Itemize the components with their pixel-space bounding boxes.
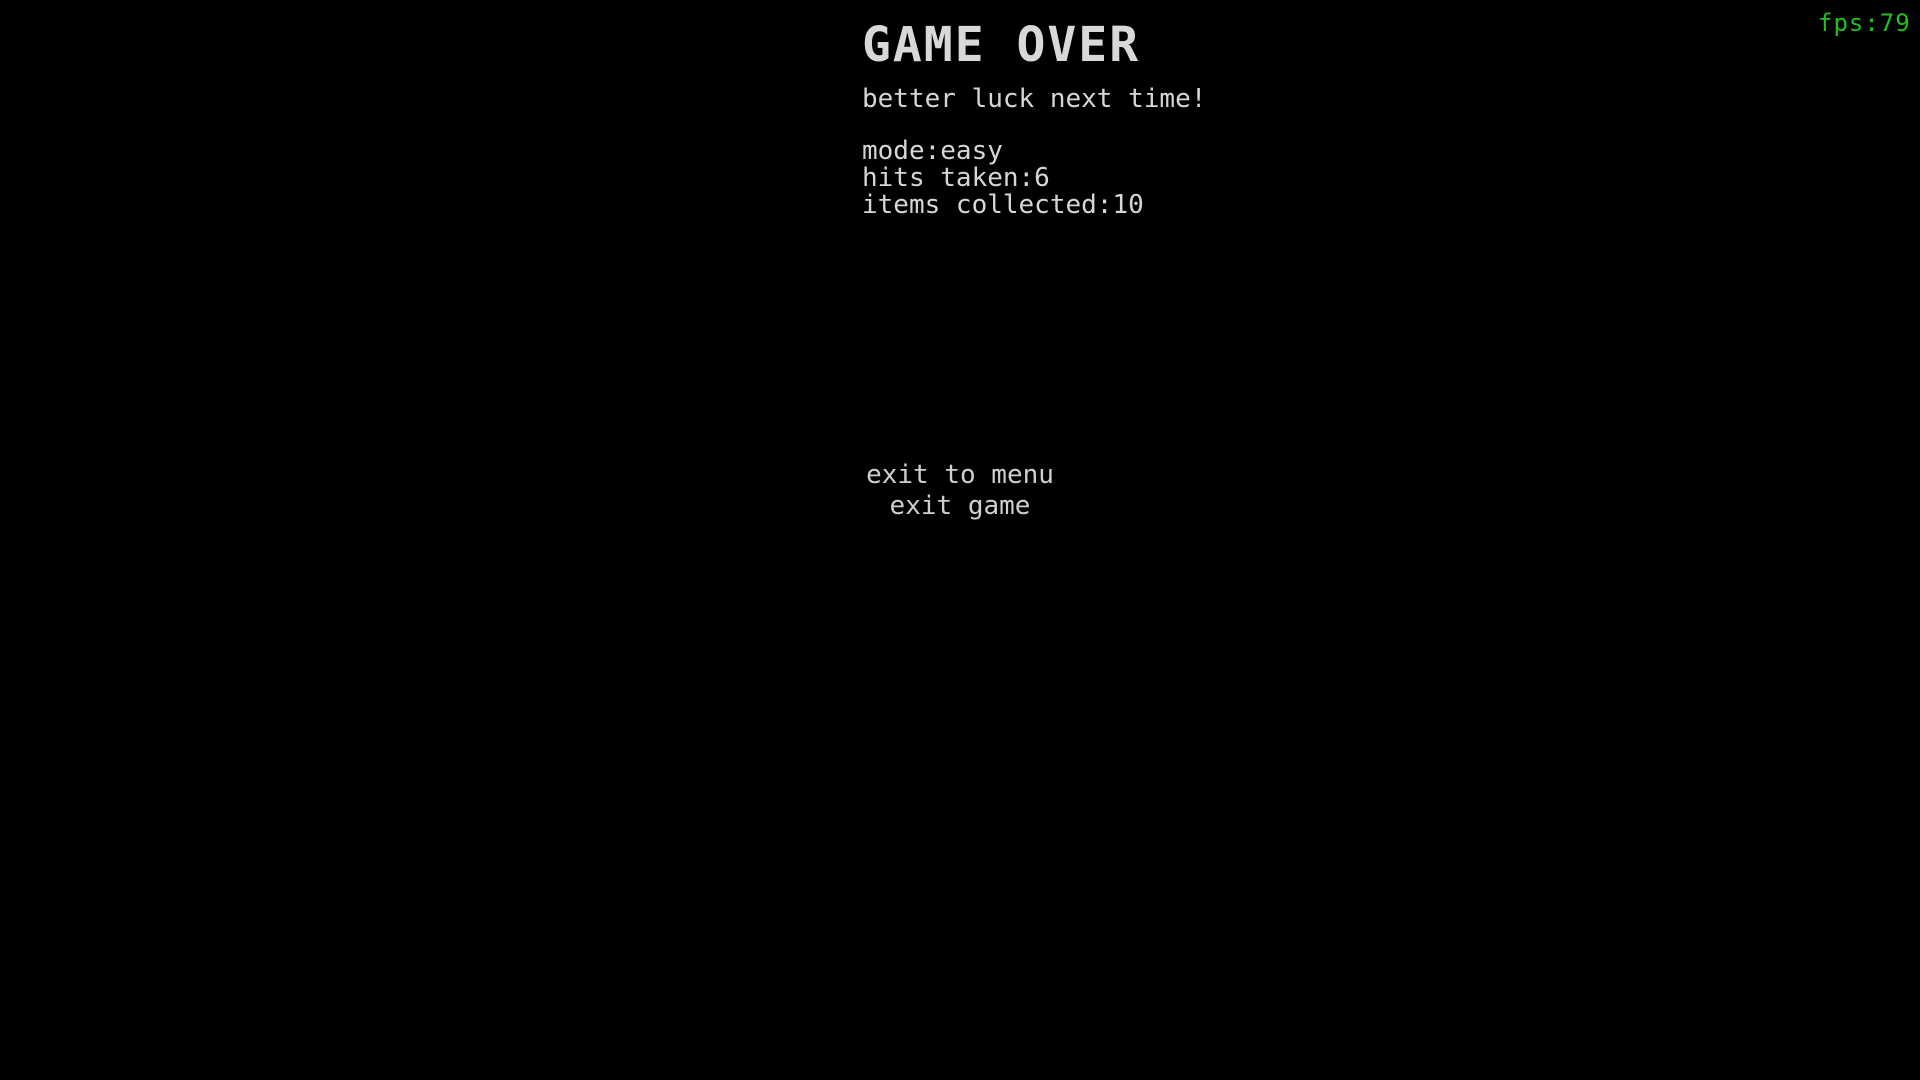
stats-list: mode:easy hits taken:6 items collected:1… <box>862 138 1206 219</box>
game-over-title: GAME OVER <box>862 17 1141 73</box>
exit-to-menu-button[interactable]: exit to menu <box>860 460 1060 491</box>
stat-items-collected: items collected:10 <box>862 190 1144 220</box>
stat-mode: mode:easy <box>862 136 1003 166</box>
exit-game-button[interactable]: exit game <box>860 491 1060 522</box>
game-over-subtitle: better luck next time! <box>862 84 1207 114</box>
fps-counter: fps:79 <box>1818 9 1911 37</box>
game-over-menu: exit to menu exit game <box>860 460 1060 522</box>
stat-hits-taken: hits taken:6 <box>862 163 1050 193</box>
game-over-panel: GAME OVER better luck next time! mode:ea… <box>862 18 1206 219</box>
